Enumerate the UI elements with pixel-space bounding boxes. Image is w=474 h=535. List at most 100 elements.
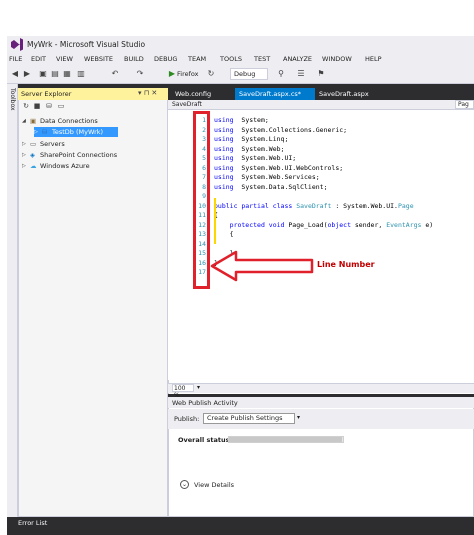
connect-database-icon[interactable]: ⛁ [44, 101, 54, 111]
code-token: Page [397, 201, 414, 210]
view-details-link[interactable]: View Details [194, 481, 234, 489]
bottom-tool-tabs [7, 517, 474, 535]
browser-select[interactable]: Firefox [177, 70, 199, 78]
error-list-tab[interactable]: Error List [18, 519, 47, 527]
collapsed-arrow-icon[interactable]: ▷ [34, 127, 38, 137]
menu-test[interactable]: TEST [254, 55, 270, 63]
tree-item[interactable]: TestDb (MyWrk) [52, 127, 103, 137]
code-line[interactable]: using System.Web.UI.WebControls; [214, 164, 343, 172]
code-line[interactable]: { [214, 230, 234, 238]
collapsed-arrow-icon[interactable]: ▷ [22, 150, 26, 160]
member-dropdown[interactable]: Pag [455, 100, 474, 109]
code-token: System.Web; [233, 144, 285, 153]
connect-server-icon[interactable]: ▭ [56, 101, 66, 111]
menu-team[interactable]: TEAM [188, 55, 206, 63]
navigation-bar [168, 100, 474, 110]
tree-node-icon: ☁ [30, 162, 37, 170]
code-line[interactable]: using System.Collections.Generic; [214, 126, 347, 134]
code-line[interactable]: protected void Page_Load(object sender, … [214, 220, 434, 229]
refresh-icon[interactable]: ↻ [206, 69, 216, 79]
menu-window[interactable]: WINDOW [322, 55, 352, 63]
code-token: System; [233, 116, 269, 124]
code-token: protected void [229, 220, 285, 229]
collapsed-arrow-icon[interactable]: ▷ [22, 161, 26, 171]
code-line[interactable]: using System.Linq; [214, 135, 288, 143]
window-title: MyWrk - Microsoft Visual Studio [27, 40, 146, 49]
expanded-arrow-icon[interactable]: ◢ [22, 116, 26, 126]
menu-tools[interactable]: TOOLS [220, 55, 242, 63]
forward-icon[interactable]: ▶ [22, 69, 32, 79]
tree-item[interactable]: Servers [40, 139, 65, 149]
code-token: System.Web.UI; [233, 154, 297, 162]
pin-controls-icon[interactable]: ▾ ⊓ ✕ [138, 89, 157, 97]
code-token: System.Web.UI.WebControls; [233, 163, 344, 172]
line-number-highlight [193, 111, 210, 289]
undo-icon[interactable]: ↶ [110, 69, 120, 79]
tree-item[interactable]: SharePoint Connections [40, 150, 117, 160]
menu-debug[interactable]: DEBUG [154, 55, 177, 63]
menu-help[interactable]: HELP [365, 55, 382, 63]
open-file-icon[interactable]: ▤ [50, 69, 60, 79]
configuration-select[interactable]: Debug [230, 68, 268, 80]
expand-details-icon[interactable]: ⌄ [180, 480, 189, 489]
toolbox-strip[interactable] [7, 84, 18, 517]
editor-gutter [168, 110, 194, 380]
save-icon[interactable]: ▦ [62, 69, 72, 79]
menu-build[interactable]: BUILD [124, 55, 144, 63]
class-dropdown[interactable]: SaveDraft [172, 101, 202, 108]
tree-item[interactable]: Data Connections [40, 116, 98, 126]
refresh-icon[interactable]: ↻ [21, 101, 31, 111]
code-token: using [214, 163, 234, 172]
comment-icon[interactable]: ☰ [296, 69, 306, 79]
code-token: using [214, 125, 234, 134]
code-line[interactable]: using System.Data.SqlClient; [214, 183, 328, 191]
code-token: System.Data.SqlClient; [233, 182, 328, 191]
save-all-icon[interactable]: ▥ [76, 69, 86, 79]
tree-node-icon: ▣ [30, 117, 37, 125]
collapsed-arrow-icon[interactable]: ▷ [22, 139, 26, 149]
code-line[interactable]: using System.Web.UI; [214, 154, 296, 162]
redo-icon[interactable]: ↷ [135, 69, 145, 79]
code-line[interactable]: using System.Web.Services; [214, 173, 320, 181]
start-debug-icon[interactable]: ▶ [167, 69, 177, 79]
progress-fill [229, 437, 342, 442]
code-token: using [214, 116, 234, 124]
web-publish-title: Web Publish Activity [172, 399, 238, 407]
code-token: EventArgs [386, 220, 422, 229]
bookmark-icon[interactable]: ⚑ [316, 69, 326, 79]
find-icon[interactable]: ⚲ [276, 69, 286, 79]
menu-analyze[interactable]: ANALYZE [283, 55, 312, 63]
code-line[interactable]: using System; [214, 116, 269, 124]
back-icon[interactable]: ◀ [10, 69, 20, 79]
editor-status-bar [168, 383, 474, 393]
document-tab[interactable]: Web.config [171, 88, 235, 100]
code-token: System.Linq; [233, 135, 289, 143]
code-token: object [327, 220, 351, 229]
zoom-dropdown-icon[interactable]: ▾ [197, 384, 200, 391]
code-token: using [214, 144, 234, 153]
tree-item[interactable]: Windows Azure [40, 161, 90, 171]
publish-label: Publish: [174, 415, 200, 423]
code-line[interactable]: public partial class SaveDraft : System.… [214, 202, 414, 210]
toolbox-label[interactable]: Toolbox [9, 88, 16, 111]
menu-view[interactable]: VIEW [56, 55, 73, 63]
code-token: System.Collections.Generic; [233, 125, 348, 134]
code-token: sender, [350, 220, 387, 229]
menu-file[interactable]: FILE [9, 55, 22, 63]
stop-icon[interactable]: ■ [32, 101, 42, 111]
new-project-icon[interactable]: ▣ [38, 69, 48, 79]
publish-profile-select[interactable]: Create Publish Settings [203, 413, 295, 424]
chevron-down-icon[interactable]: ▾ [297, 414, 300, 421]
document-tab[interactable]: SaveDraft.aspx.cs* [235, 88, 315, 100]
menu-website[interactable]: WEBSITE [84, 55, 113, 63]
document-tab[interactable]: SaveDraft.aspx [315, 88, 381, 100]
zoom-select[interactable]: 100 % [172, 384, 194, 399]
code-line[interactable]: using System.Web; [214, 145, 284, 153]
tree-node-icon: ◈ [30, 151, 35, 159]
menu-edit[interactable]: EDIT [31, 55, 46, 63]
code-token: using [214, 135, 234, 143]
code-token: System.Web.Services; [233, 173, 320, 181]
code-token: Page_Load( [284, 220, 328, 229]
server-explorer-title: Server Explorer [21, 90, 72, 98]
